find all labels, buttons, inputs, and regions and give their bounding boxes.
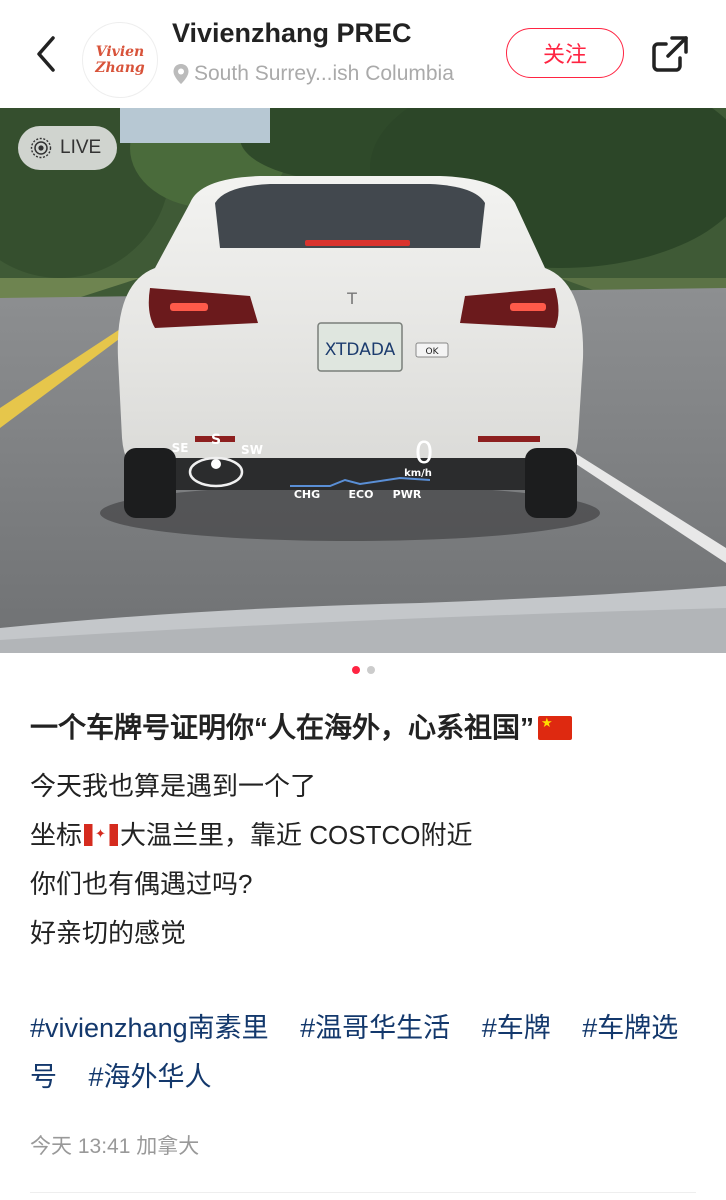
car-photo-illustration: T XTDADA OK SE S SW 0 km/h CHG ECO PWR [0, 108, 726, 653]
location-text: South Surrey...ish Columbia [194, 62, 454, 85]
post-body-line-4: 好亲切的感觉 [30, 918, 187, 948]
hashtag[interactable]: #车牌 [482, 1013, 551, 1043]
post-body: 今天我也算是遇到一个了 坐标 大温兰里，靠近 COSTCO附近 你们也有偶遇过吗?… [30, 762, 472, 958]
live-photo-badge[interactable]: LIVE [18, 126, 118, 170]
avatar-text-line1: Vivien [95, 44, 145, 60]
back-button[interactable] [26, 34, 66, 74]
hud-speed-unit: km/h [404, 468, 432, 479]
live-label: LIVE [60, 137, 102, 158]
divider [30, 1192, 696, 1193]
post-photo[interactable]: T XTDADA OK SE S SW 0 km/h CHG ECO PWR L… [0, 108, 726, 653]
author-name[interactable]: Vivienzhang PREC [172, 18, 412, 49]
plate-badge-text: OK [426, 347, 440, 357]
avatar-text-line2: Zhang [95, 60, 145, 76]
canada-flag-icon [84, 824, 119, 846]
svg-text:T: T [346, 289, 357, 308]
post-body-line-3: 你们也有偶遇过吗? [30, 869, 253, 899]
hud-compass-sw: SW [241, 443, 263, 457]
follow-button[interactable]: 关注 [506, 28, 624, 78]
location-pin-icon [173, 64, 189, 84]
share-icon [652, 36, 688, 72]
post-body-line-2-rest: 大温兰里，靠近 COSTCO附近 [120, 820, 473, 850]
hashtag-list: #vivienzhang南素里 #温哥华生活 #车牌 #车牌选号 #海外华人 [30, 1004, 696, 1102]
hud-compass-s: S [211, 432, 221, 448]
post-body-line-2: 坐标 大温兰里，靠近 COSTCO附近 [30, 811, 472, 860]
hashtag[interactable]: #温哥华生活 [300, 1013, 450, 1043]
hashtag[interactable]: #vivienzhang南素里 [30, 1013, 269, 1043]
hud-mode-eco: ECO [349, 488, 374, 501]
post-body-line-2-prefix: 坐标 [30, 820, 83, 850]
license-plate: XTDADA [325, 340, 396, 360]
carousel-indicator [0, 666, 726, 674]
live-photo-icon [30, 137, 52, 159]
post-meta: 今天 13:41 加拿大 [30, 1135, 200, 1158]
post-body-line-1: 今天我也算是遇到一个了 [30, 771, 317, 801]
hud-compass-se: SE [172, 441, 189, 455]
post-title: 一个车牌号证明你“人在海外，心系祖国” [30, 706, 573, 746]
china-flag-icon [538, 716, 573, 740]
carousel-dot[interactable] [366, 666, 375, 674]
hud-mode-pwr: PWR [393, 488, 422, 501]
post-header: Vivien Zhang Vivienzhang PREC South Surr… [0, 0, 726, 108]
hud-mode-chg: CHG [294, 488, 320, 501]
carousel-dot-active[interactable] [351, 666, 360, 674]
share-button[interactable] [650, 34, 690, 74]
location-label[interactable]: South Surrey...ish Columbia [172, 62, 454, 86]
hashtag[interactable]: #海外华人 [89, 1062, 212, 1092]
avatar[interactable]: Vivien Zhang [82, 22, 158, 98]
hud-speed: 0 [414, 436, 433, 471]
post-title-text: 一个车牌号证明你“人在海外，心系祖国” [30, 712, 535, 743]
chevron-left-icon [37, 36, 55, 72]
